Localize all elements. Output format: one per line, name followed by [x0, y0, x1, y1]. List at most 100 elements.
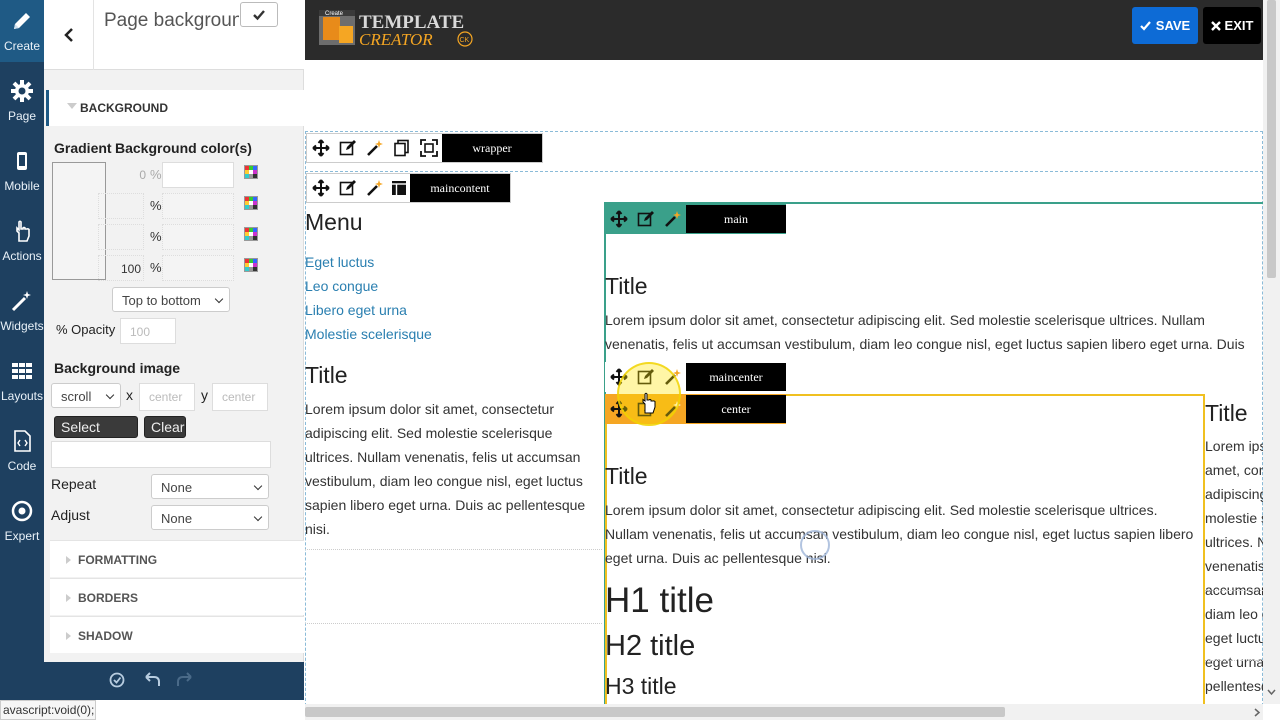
rail-create[interactable]: Create [0, 0, 44, 62]
stop-color-input[interactable] [162, 193, 234, 219]
stop-unit: % [150, 167, 162, 182]
position-y-input[interactable]: center [212, 383, 268, 411]
columns-icon[interactable] [388, 173, 410, 203]
edit-panel: Page background BACKGROUND Gradient Back… [44, 0, 304, 662]
scroll-thumb[interactable] [1267, 0, 1276, 278]
clear-image-button[interactable]: Clear [144, 416, 186, 438]
fullwidth-icon[interactable] [415, 133, 442, 163]
pencil-icon [14, 13, 30, 29]
stop-color-input[interactable] [162, 255, 234, 281]
redo-button[interactable] [176, 671, 194, 694]
y-label: y [201, 387, 208, 403]
gradient-direction-select[interactable]: Top to bottom [112, 287, 230, 312]
rail-expert[interactable]: Expert [0, 490, 44, 552]
opacity-input[interactable]: 100 [120, 318, 176, 344]
h2-title: H2 title [605, 630, 696, 662]
template-creator-logo: Create TEMPLATE CREATOR CK [319, 8, 489, 49]
stop-position[interactable]: 100 [98, 255, 144, 281]
right-column: Title Lorem ipsum dolor sit amet, consec… [1205, 394, 1263, 704]
wrapper-label[interactable]: wrapper [442, 134, 542, 162]
divider [305, 549, 602, 550]
color-picker-icon[interactable] [244, 227, 258, 241]
divider [1205, 590, 1263, 591]
h1-title: H1 title [605, 581, 714, 620]
wrapper-toolbar: wrapper [306, 133, 543, 163]
move-icon[interactable] [307, 133, 334, 163]
history-button[interactable] [108, 671, 126, 694]
undo-icon [145, 672, 160, 686]
gradient-stop-2: % [98, 193, 298, 221]
left-title: Title [305, 362, 348, 388]
accordion-borders[interactable]: BORDERS [50, 578, 304, 615]
save-button[interactable]: SAVE [1132, 7, 1198, 44]
menu-link-molestie-scelerisque[interactable]: Molestie scelerisque [305, 326, 432, 342]
adjust-select[interactable]: None [151, 505, 269, 530]
stop-color-input[interactable] [162, 224, 234, 250]
magic-wand-icon[interactable] [361, 173, 388, 203]
magic-wand-icon[interactable] [659, 204, 686, 234]
target-icon [11, 500, 33, 522]
vertical-scrollbar[interactable] [1263, 0, 1280, 704]
scroll-down-arrow-icon[interactable] [1267, 688, 1276, 696]
mobile-icon [17, 152, 27, 170]
apply-button[interactable] [240, 2, 278, 27]
rail-mobile[interactable]: Mobile [0, 140, 44, 202]
logo-sub-text: CREATOR [359, 30, 433, 48]
repeat-select[interactable]: None [151, 474, 269, 499]
undo-button[interactable] [143, 671, 161, 694]
rail-layouts[interactable]: Layouts [0, 350, 44, 412]
stop-position[interactable]: 0 [118, 162, 148, 188]
center-text: Lorem ipsum dolor sit amet, consectetur … [605, 502, 1194, 566]
menu-link-leo-congue[interactable]: Leo congue [305, 278, 378, 294]
back-button[interactable] [44, 0, 94, 70]
attachment-select[interactable]: scroll [51, 383, 121, 408]
maincenter-label[interactable]: maincenter [686, 363, 786, 391]
main-label[interactable]: main [686, 205, 786, 233]
rail-actions[interactable]: Actions [0, 210, 44, 272]
position-x-input[interactable]: center [139, 383, 195, 411]
rail-page[interactable]: Page [0, 70, 44, 132]
edit-icon[interactable] [334, 133, 361, 163]
maincontent-label[interactable]: maincontent [410, 174, 510, 202]
select-image-button[interactable]: Select [54, 416, 138, 438]
rail-widgets[interactable]: Widgets [0, 280, 44, 342]
horizontal-scrollbar[interactable] [305, 704, 1263, 720]
check-icon [1140, 20, 1151, 31]
center-label[interactable]: center [686, 395, 786, 423]
edit-icon[interactable] [334, 173, 361, 203]
close-icon [1210, 20, 1221, 31]
stop-position[interactable] [98, 193, 144, 219]
chevron-down-icon [214, 294, 224, 304]
menu-link-libero-eget-urna[interactable]: Libero eget urna [305, 302, 407, 318]
color-picker-icon[interactable] [244, 258, 258, 272]
copy-icon[interactable] [388, 133, 415, 163]
main-title: Title [605, 273, 648, 299]
scroll-right-arrow-icon[interactable] [1253, 708, 1261, 717]
section-background[interactable]: BACKGROUND [46, 90, 304, 126]
rail-code[interactable]: Code [0, 420, 44, 482]
left-sidebar: Create Page Mobile Actions Widgets Layou… [0, 0, 44, 720]
move-icon[interactable] [605, 204, 632, 234]
stop-color-input[interactable] [162, 162, 234, 188]
top-header: Create TEMPLATE CREATOR CK SAVE EXIT [305, 0, 1263, 60]
image-url-input[interactable] [51, 441, 271, 468]
code-file-icon [14, 430, 31, 452]
stop-position[interactable] [98, 224, 144, 250]
accordion-formatting[interactable]: FORMATTING [50, 540, 304, 577]
chevron-down-icon [253, 481, 263, 491]
color-picker-icon[interactable] [244, 196, 258, 210]
repeat-value: None [161, 480, 193, 495]
left-text: Lorem ipsum dolor sit amet, consectetur … [305, 401, 586, 537]
exit-button[interactable]: EXIT [1203, 7, 1261, 44]
edit-icon[interactable] [632, 204, 659, 234]
caret-right-icon [66, 594, 71, 602]
magic-wand-icon[interactable] [361, 133, 388, 163]
menu-link-eget-luctus[interactable]: Eget luctus [305, 254, 374, 270]
attachment-value: scroll [61, 389, 92, 404]
magic-wand-icon [11, 291, 31, 312]
redo-icon [177, 672, 192, 686]
color-picker-icon[interactable] [244, 165, 258, 179]
accordion-shadow[interactable]: SHADOW [50, 616, 304, 653]
move-icon[interactable] [307, 173, 334, 203]
scroll-thumb[interactable] [305, 707, 1005, 717]
